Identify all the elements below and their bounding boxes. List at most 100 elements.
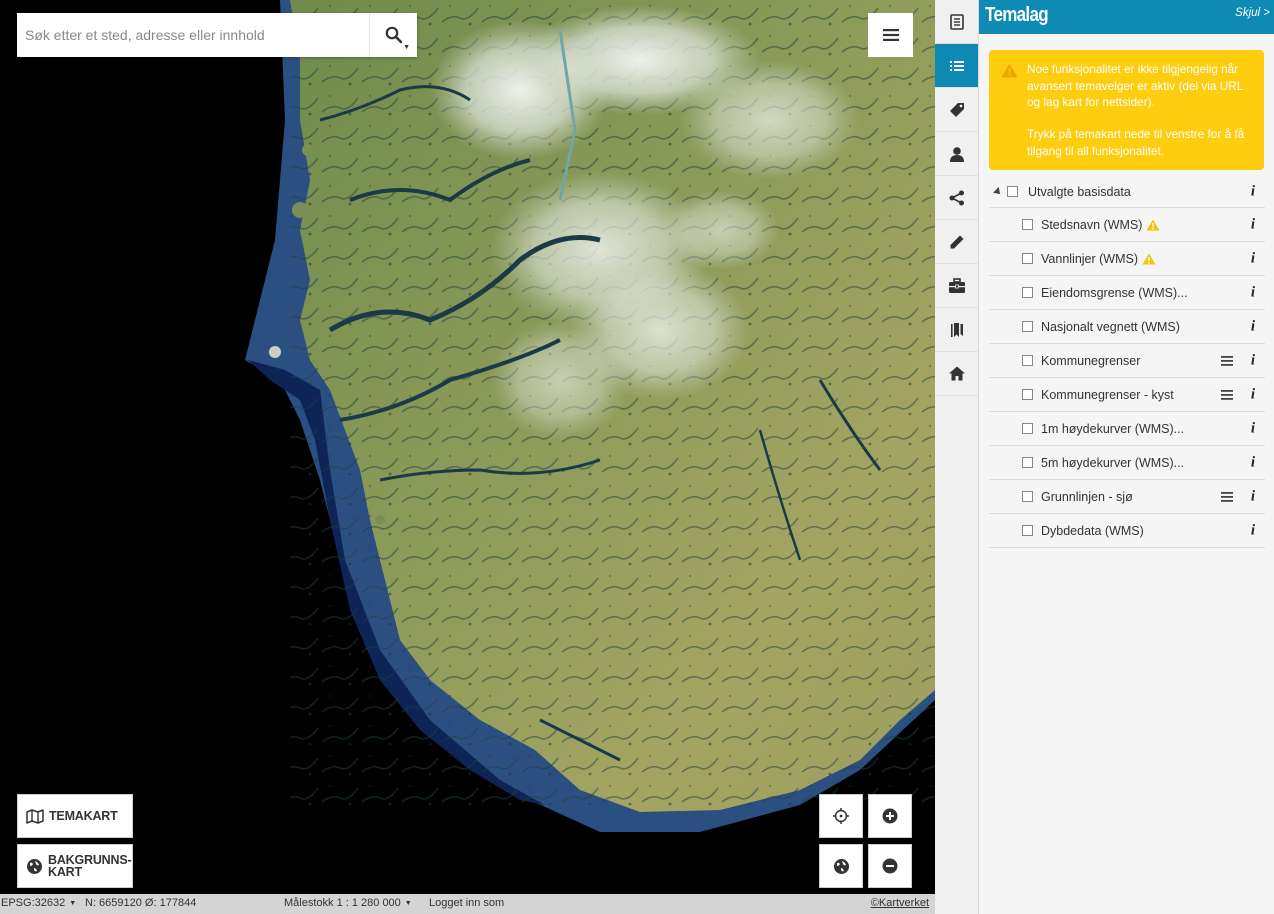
- hide-panel-button[interactable]: Skjul >: [1235, 7, 1270, 19]
- hamburger-icon: [882, 29, 899, 41]
- zoom-in-button[interactable]: [868, 794, 912, 838]
- rail-bookmark-button[interactable]: [935, 308, 978, 352]
- layer-row-5m-hoydekurver[interactable]: 5m høydekurver (WMS)... i: [989, 446, 1265, 480]
- coordinates-readout: N: 6659120 Ø: 177844: [85, 897, 197, 909]
- crosshair-icon: [833, 808, 849, 824]
- temakart-label: TEMAKART: [49, 809, 118, 823]
- status-bar: EPSG:32632 ▼ N: 6659120 Ø: 177844 Målesto…: [0, 894, 935, 914]
- info-icon[interactable]: i: [1251, 284, 1255, 301]
- info-icon[interactable]: i: [1251, 488, 1255, 505]
- layer-checkbox[interactable]: [1022, 355, 1033, 366]
- layer-row-dybdedata[interactable]: Dybdedata (WMS) i: [989, 514, 1265, 548]
- user-icon: [949, 146, 964, 162]
- layer-menu-icon[interactable]: [1221, 355, 1233, 366]
- main-menu-button[interactable]: [868, 13, 913, 57]
- info-icon[interactable]: i: [1251, 183, 1255, 200]
- info-icon[interactable]: i: [1251, 318, 1255, 335]
- rail-user-button[interactable]: [935, 132, 978, 176]
- projection-selector[interactable]: EPSG:32632 ▼: [1, 897, 76, 909]
- warning-icon: [1146, 219, 1160, 230]
- bakgrunnskart-label: BAKGRUNNS-KART: [48, 853, 132, 879]
- pencil-icon: [950, 235, 963, 248]
- warning-notice: Noe funksjonalitet er ikke tilgjengelig …: [989, 50, 1264, 170]
- layer-label: Vannlinjer (WMS): [1041, 251, 1139, 266]
- search-bar: ▼: [17, 13, 417, 57]
- layer-label: Eiendomsgrense (WMS)...: [1041, 285, 1188, 300]
- scale-label: Målestokk 1 : 1 280 000: [284, 897, 401, 909]
- bookmark-icon: [950, 322, 963, 337]
- zoom-out-button[interactable]: [868, 844, 912, 888]
- layer-row-kommunegrenser-kyst[interactable]: Kommunegrenser - kyst i: [989, 378, 1265, 412]
- satellite-imagery: [245, 0, 935, 832]
- layer-tree: Utvalgte basisdata i Stedsnavn (WMS) i V…: [989, 176, 1265, 548]
- bakgrunnskart-button[interactable]: BAKGRUNNS-KART: [17, 844, 133, 888]
- layer-group-utvalgte-basisdata[interactable]: Utvalgte basisdata i: [989, 176, 1265, 208]
- group-checkbox[interactable]: [1007, 186, 1018, 197]
- layer-checkbox[interactable]: [1022, 287, 1033, 298]
- copyright-link-text[interactable]: ©Kartverket: [871, 897, 929, 909]
- layer-row-1m-hoydekurver[interactable]: 1m høydekurver (WMS)... i: [989, 412, 1265, 446]
- tool-rail: [935, 0, 979, 914]
- plus-icon: [882, 808, 898, 824]
- home-icon: [948, 366, 965, 381]
- info-icon[interactable]: i: [1251, 386, 1255, 403]
- layer-row-vannlinjer[interactable]: Vannlinjer (WMS) i: [989, 242, 1265, 276]
- info-icon[interactable]: i: [1251, 454, 1255, 471]
- layer-row-eiendomsgrense[interactable]: Eiendomsgrense (WMS)... i: [989, 276, 1265, 310]
- layer-checkbox[interactable]: [1022, 423, 1033, 434]
- rail-tools-button[interactable]: [935, 264, 978, 308]
- copyright-link[interactable]: ©Kartverket: [871, 897, 929, 909]
- search-input[interactable]: [17, 13, 369, 57]
- scale-selector[interactable]: Målestokk 1 : 1 280 000 ▼: [284, 897, 412, 909]
- search-button[interactable]: ▼: [369, 13, 417, 57]
- info-icon[interactable]: i: [1251, 250, 1255, 267]
- layer-menu-icon[interactable]: [1221, 389, 1233, 400]
- layer-checkbox[interactable]: [1022, 457, 1033, 468]
- search-icon: [385, 26, 402, 44]
- layer-checkbox[interactable]: [1022, 321, 1033, 332]
- locate-me-button[interactable]: [819, 794, 863, 838]
- temakart-button[interactable]: TEMAKART: [17, 794, 133, 838]
- layer-row-kommunegrenser[interactable]: Kommunegrenser i: [989, 344, 1265, 378]
- layer-row-nasjonalt-vegnett[interactable]: Nasjonalt vegnett (WMS) i: [989, 310, 1265, 344]
- globe-view-button[interactable]: [819, 844, 863, 888]
- warning-text-1: Noe funksjonalitet er ikke tilgjengelig …: [1027, 62, 1243, 109]
- layer-label: 5m høydekurver (WMS)...: [1041, 455, 1185, 470]
- layer-row-stedsnavn[interactable]: Stedsnavn (WMS) i: [989, 208, 1265, 242]
- rail-share-button[interactable]: [935, 176, 978, 220]
- layer-menu-icon[interactable]: [1221, 491, 1233, 502]
- layer-checkbox[interactable]: [1022, 219, 1033, 230]
- layer-label: 1m høydekurver (WMS)...: [1041, 421, 1185, 436]
- rail-document-button[interactable]: [935, 0, 978, 44]
- rail-home-button[interactable]: [935, 352, 978, 396]
- info-icon[interactable]: i: [1251, 420, 1255, 437]
- layer-checkbox[interactable]: [1022, 389, 1033, 400]
- layer-label: Kommunegrenser - kyst: [1041, 387, 1174, 402]
- minus-icon: [882, 858, 898, 874]
- group-label: Utvalgte basisdata: [1028, 184, 1131, 199]
- layers-list-icon: [949, 60, 964, 71]
- info-icon[interactable]: i: [1251, 352, 1255, 369]
- layer-checkbox[interactable]: [1022, 525, 1033, 536]
- rail-draw-button[interactable]: [935, 220, 978, 264]
- layer-row-grunnlinjen-sjo[interactable]: Grunnlinjen - sjø i: [989, 480, 1265, 514]
- info-icon[interactable]: i: [1251, 216, 1255, 233]
- document-icon: [949, 13, 964, 30]
- projection-label: EPSG:32632: [1, 897, 66, 909]
- temalag-panel: Temalag Skjul > Noe funksjonalitet er ik…: [979, 0, 1274, 914]
- rail-layers-button[interactable]: [935, 44, 978, 88]
- globe-icon: [27, 858, 42, 874]
- layer-checkbox[interactable]: [1022, 253, 1033, 264]
- info-icon[interactable]: i: [1251, 522, 1255, 539]
- tag-icon: [949, 102, 964, 117]
- chevron-down-icon: ▼: [403, 44, 410, 51]
- layer-label: Dybdedata (WMS): [1041, 523, 1144, 538]
- layer-label: Grunnlinjen - sjø: [1041, 489, 1133, 504]
- layer-checkbox[interactable]: [1022, 491, 1033, 502]
- map-icon: [26, 808, 44, 824]
- map-view[interactable]: ▼ TEMAKART BAKGRUNNS-KART: [0, 0, 935, 894]
- share-icon: [949, 190, 964, 205]
- globe-icon: [833, 858, 849, 874]
- expand-triangle-icon[interactable]: [993, 186, 1003, 197]
- rail-tag-button[interactable]: [935, 88, 978, 132]
